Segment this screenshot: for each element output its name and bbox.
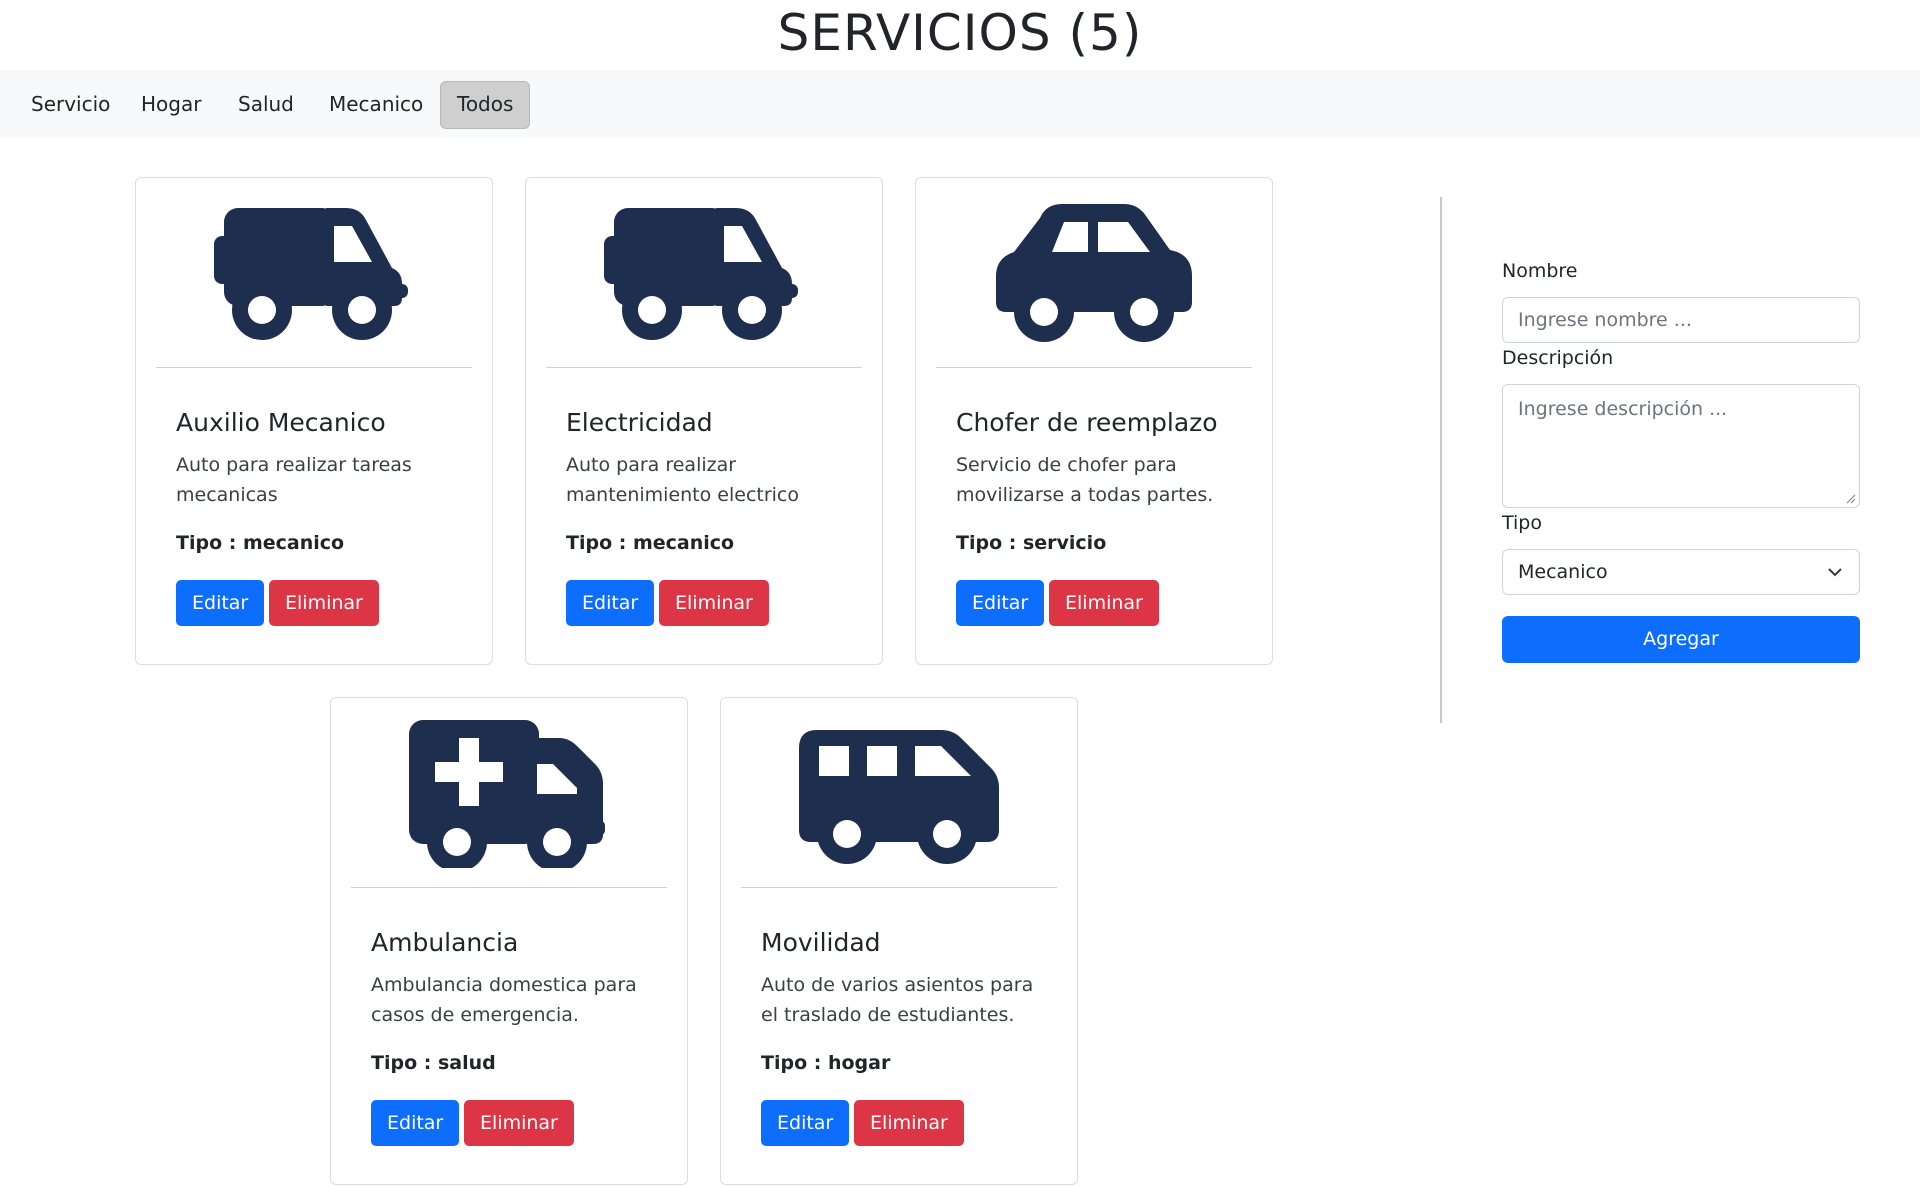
chevron-down-icon — [1828, 568, 1842, 577]
card-type: Tipo : mecanico — [566, 532, 735, 554]
card-title: Ambulancia — [371, 928, 519, 957]
agregar-button[interactable]: Agregar — [1502, 616, 1860, 663]
edit-button[interactable]: Editar — [956, 580, 1045, 626]
descripcion-textarea[interactable]: Ingrese descripción ... — [1502, 384, 1860, 508]
nav-item-todos[interactable]: Todos — [440, 81, 531, 129]
page-title: SERVICIOS (5) — [777, 4, 1143, 62]
nav-item-hogar[interactable]: Hogar — [125, 81, 217, 127]
car-icon — [996, 204, 1192, 342]
card-divider — [156, 367, 472, 368]
card-description: Ambulancia domestica para casos de emerg… — [371, 974, 637, 1026]
card-title: Movilidad — [761, 928, 881, 957]
card-description: Servicio de chofer para movilizarse a to… — [956, 454, 1214, 506]
service-card: Ambulancia Ambulancia domestica para cas… — [330, 697, 688, 1185]
card-title: Electricidad — [566, 408, 713, 437]
ambulance-icon — [409, 720, 605, 868]
card-divider — [351, 887, 667, 888]
navbar: Servicio Hogar Salud Mecanico Todos — [0, 70, 1920, 137]
vertical-divider — [1440, 197, 1442, 723]
delete-button[interactable]: Eliminar — [854, 1100, 964, 1146]
tipo-selected-value: Mecanico — [1518, 561, 1608, 583]
service-card: Movilidad Auto de varios asientos para e… — [720, 697, 1078, 1185]
card-title: Auxilio Mecanico — [176, 408, 386, 437]
card-description: Auto para realizar tareas mecanicas — [176, 454, 412, 506]
delete-button[interactable]: Eliminar — [659, 580, 769, 626]
nav-item-mecanico[interactable]: Mecanico — [313, 81, 439, 127]
descripcion-placeholder: Ingrese descripción ... — [1518, 398, 1728, 420]
service-card: Chofer de reemplazo Servicio de chofer p… — [915, 177, 1273, 665]
delete-button[interactable]: Eliminar — [1049, 580, 1159, 626]
truck-icon — [604, 208, 798, 340]
card-description: Auto para realizar mantenimiento electri… — [566, 454, 800, 506]
tipo-select[interactable]: Mecanico — [1502, 549, 1860, 595]
edit-button[interactable]: Editar — [176, 580, 265, 626]
nav-item-servicio[interactable]: Servicio — [15, 81, 126, 127]
card-description: Auto de varios asientos para el traslado… — [761, 974, 1034, 1026]
nombre-input[interactable]: Ingrese nombre ... — [1502, 297, 1860, 343]
nav-item-salud[interactable]: Salud — [222, 81, 310, 127]
delete-button[interactable]: Eliminar — [269, 580, 379, 626]
resize-handle-icon[interactable] — [1846, 494, 1856, 504]
card-title: Chofer de reemplazo — [956, 408, 1218, 437]
tipo-label: Tipo — [1502, 512, 1542, 534]
truck-icon — [214, 208, 408, 340]
edit-button[interactable]: Editar — [371, 1100, 460, 1146]
card-divider — [936, 367, 1252, 368]
edit-button[interactable]: Editar — [761, 1100, 850, 1146]
card-divider — [546, 367, 862, 368]
card-type: Tipo : hogar — [761, 1052, 891, 1074]
card-type: Tipo : salud — [371, 1052, 496, 1074]
nombre-label: Nombre — [1502, 260, 1578, 282]
delete-button[interactable]: Eliminar — [464, 1100, 574, 1146]
edit-button[interactable]: Editar — [566, 580, 655, 626]
card-divider — [741, 887, 1057, 888]
service-card: Auxilio Mecanico Auto para realizar tare… — [135, 177, 493, 665]
service-card: Electricidad Auto para realizar mantenim… — [525, 177, 883, 665]
descripcion-label: Descripción — [1502, 347, 1614, 369]
card-type: Tipo : mecanico — [176, 532, 345, 554]
van-icon — [799, 730, 999, 864]
card-type: Tipo : servicio — [956, 532, 1107, 554]
